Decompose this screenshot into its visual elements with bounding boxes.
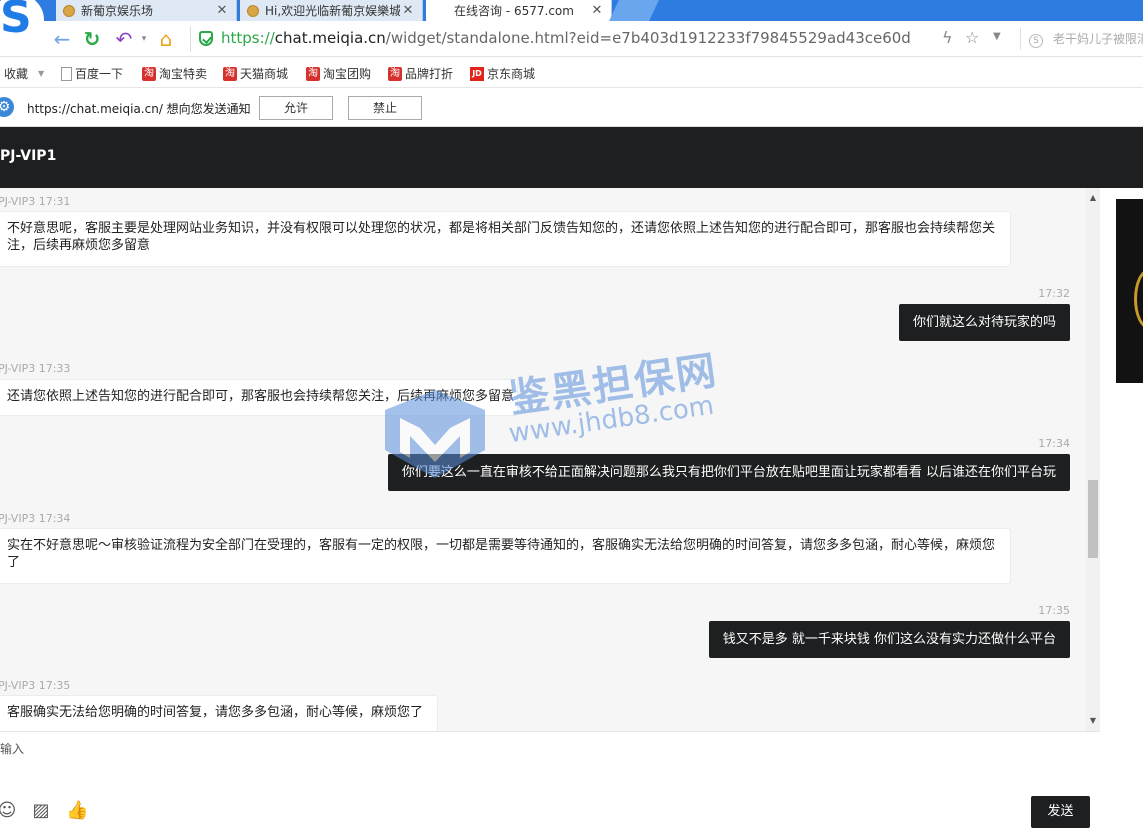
- message-meta: 17:34: [1038, 437, 1070, 450]
- url-text[interactable]: https://chat.meiqia.cn/widget/standalone…: [221, 29, 911, 47]
- jd-icon: JD: [470, 66, 484, 81]
- agent-message: 不好意思呢，客服主要是处理网站业务知识，并没有权限可以处理您的状况，都是将相关部…: [0, 211, 1011, 267]
- agent-message: 还请您依照上述告知您的进行配合即可，那客服也会持续帮您关注，后续再麻烦您多留意: [0, 379, 518, 416]
- image-icon[interactable]: ▨: [30, 800, 52, 822]
- message-list[interactable]: PJ-VIP3 17:31 不好意思呢，客服主要是处理网站业务知识，并没有权限可…: [0, 188, 1086, 731]
- bookmark-jd[interactable]: JD 京东商城: [470, 65, 535, 82]
- refresh-icon[interactable]: ↻: [80, 27, 104, 51]
- side-panel: [1100, 188, 1143, 831]
- tab-title: 新葡京娱乐场: [81, 4, 154, 18]
- message-input-placeholder[interactable]: 输入: [0, 740, 24, 757]
- chevron-down-icon[interactable]: ▾: [132, 27, 156, 51]
- message-meta: PJ-VIP3 17:35: [0, 679, 71, 692]
- navigation-bar: ← ↻ ↶ ▾ ⌂ https://chat.meiqia.cn/widget/…: [0, 21, 1143, 57]
- taobao-icon: 淘: [388, 66, 402, 81]
- close-icon[interactable]: ✕: [400, 3, 416, 18]
- chevron-down-icon[interactable]: ▼: [993, 31, 1001, 42]
- agent-message: 客服确实无法给您明确的时间答复，请您多多包涵，耐心等候，麻烦您了: [0, 695, 438, 731]
- secure-shield-icon: [199, 31, 213, 46]
- tab-title: 在线咨询 - 6577.com: [454, 4, 574, 18]
- block-button[interactable]: 禁止: [348, 96, 422, 120]
- bookmark-favorites[interactable]: 收藏 ▼: [4, 65, 44, 82]
- close-icon[interactable]: ✕: [214, 3, 230, 18]
- tab-3-active[interactable]: 在线咨询 - 6577.com ✕: [426, 0, 612, 21]
- lightning-icon[interactable]: ϟ: [942, 28, 953, 47]
- gear-icon: ⚙: [0, 97, 14, 117]
- taobao-icon: 淘: [142, 66, 156, 81]
- tab-title: Hi,欢迎光临新葡京娱樂城: [265, 4, 400, 18]
- bookmark-taobao-group[interactable]: 淘淘宝团购: [306, 65, 371, 82]
- taobao-icon: 淘: [223, 66, 237, 81]
- close-icon[interactable]: ✕: [589, 3, 605, 18]
- message-meta: 17:32: [1038, 287, 1070, 300]
- message-meta: PJ-VIP3 17:34: [0, 512, 71, 525]
- taobao-icon: 淘: [306, 66, 320, 81]
- scroll-up-icon[interactable]: ▲: [1086, 191, 1100, 205]
- tab-2[interactable]: Hi,欢迎光临新葡京娱樂城 ✕: [240, 0, 423, 21]
- chevron-down-icon: ▼: [38, 69, 45, 78]
- tab-1[interactable]: 新葡京娱乐场 ✕: [56, 0, 237, 21]
- bookmark-taobao-sale[interactable]: 淘淘宝特卖: [142, 65, 207, 82]
- bookmark-brand-discount[interactable]: 淘品牌打折: [388, 65, 453, 82]
- address-bar[interactable]: https://chat.meiqia.cn/widget/standalone…: [190, 26, 1015, 52]
- home-icon[interactable]: ⌂: [154, 27, 178, 51]
- chat-header: PJ-VIP1: [0, 127, 1143, 188]
- bookmarks-bar: 收藏 ▼ 百度一下 淘淘宝特卖 淘天猫商城 淘淘宝团购 淘品牌打折 JD 京东商城: [0, 57, 1143, 88]
- scroll-down-icon[interactable]: ▼: [1086, 714, 1100, 728]
- search-engine-icon: S: [1029, 34, 1043, 48]
- new-tab-button[interactable]: [609, 0, 659, 21]
- notification-permission-bar: ⚙ https://chat.meiqia.cn/ 想向您发送通知 允许 禁止: [0, 88, 1143, 127]
- site-favicon-icon: [247, 4, 259, 17]
- allow-button[interactable]: 允许: [259, 96, 333, 120]
- page-icon: [61, 66, 72, 81]
- message-meta: PJ-VIP3 17:33: [0, 362, 71, 375]
- back-icon[interactable]: ←: [50, 27, 74, 51]
- user-message: 你们就这么对待玩家的吗: [898, 304, 1070, 341]
- chat-scrollbar[interactable]: ▲ ▼: [1086, 188, 1100, 731]
- bookmark-tmall[interactable]: 淘天猫商城: [223, 65, 288, 82]
- star-icon[interactable]: ☆: [965, 28, 979, 47]
- agent-name: PJ-VIP1: [0, 148, 57, 164]
- agent-message: 实在不好意思呢～审核验证流程为安全部门在受理的，客服有一定的权限，一切都是需要等…: [0, 528, 1011, 584]
- notification-message: https://chat.meiqia.cn/ 想向您发送通知: [27, 102, 251, 116]
- message-meta: PJ-VIP3 17:31: [0, 195, 71, 208]
- thumbs-up-icon[interactable]: 👍: [66, 800, 88, 822]
- site-favicon-icon: [63, 4, 75, 17]
- search-box[interactable]: S 老干妈儿子被限消: [1020, 28, 1143, 50]
- emoji-icon[interactable]: ☺: [0, 800, 18, 822]
- message-meta: 17:35: [1038, 604, 1070, 617]
- user-message: 你们要这么一直在审核不给正面解决问题那么我只有把你们平台放在贴吧里面让玩家都看看…: [387, 454, 1070, 491]
- side-banner-image[interactable]: [1116, 199, 1143, 383]
- user-message: 钱又不是多 就一千来块钱 你们这么没有实力还做什么平台: [708, 621, 1070, 658]
- tab-bar: S 新葡京娱乐场 ✕ Hi,欢迎光临新葡京娱樂城 ✕ 在线咨询 - 6577.c…: [0, 0, 1143, 46]
- scrollbar-thumb[interactable]: [1088, 480, 1098, 558]
- message-input-area[interactable]: 输入 ☺ ▨ 👍 发送: [0, 731, 1100, 831]
- send-button[interactable]: 发送: [1031, 796, 1090, 828]
- bookmark-baidu[interactable]: 百度一下: [61, 65, 123, 82]
